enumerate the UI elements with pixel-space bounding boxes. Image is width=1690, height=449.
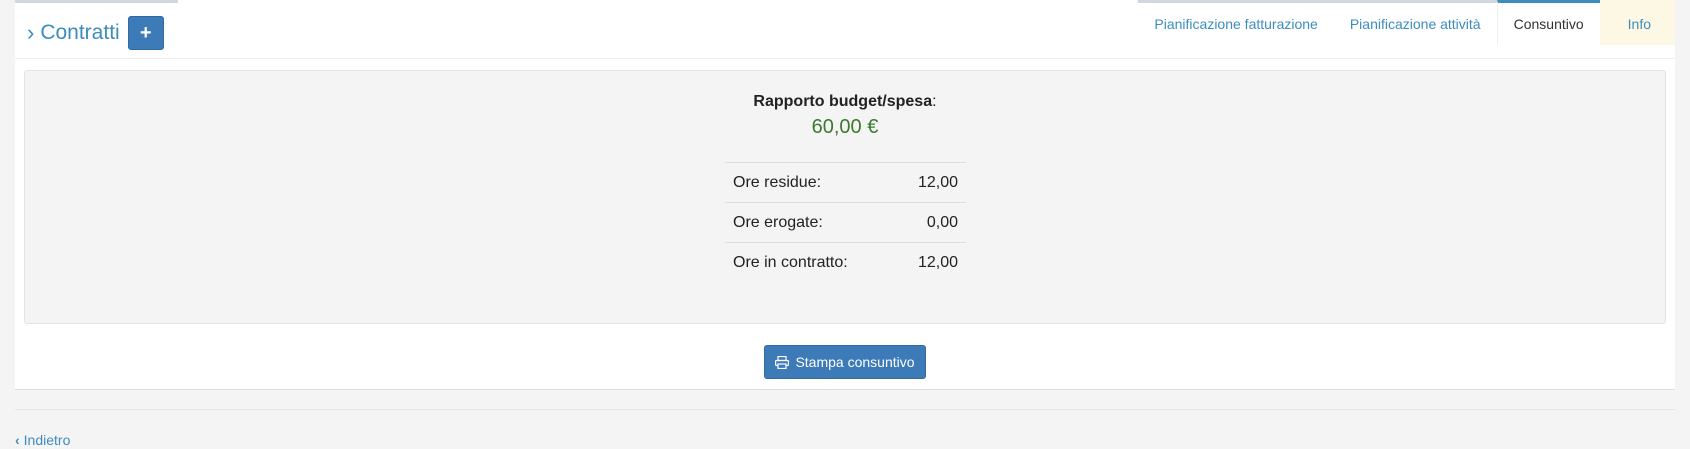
print-summary-label: Stampa consuntivo xyxy=(795,354,915,370)
back-link-label: Indietro xyxy=(23,432,71,448)
chevron-left-icon: ‹ xyxy=(15,432,20,448)
contract-card: › Contratti + Pianificazione fatturazion… xyxy=(15,0,1675,390)
card-header: › Contratti + Pianificazione fatturazion… xyxy=(15,0,1675,59)
print-summary-button[interactable]: Stampa consuntivo xyxy=(764,345,926,379)
row-label: Ore residue: xyxy=(725,162,894,203)
hours-table: Ore residue: 12,00 Ore erogate: 0,00 Ore… xyxy=(725,162,966,283)
tab-consuntivo[interactable]: Consuntivo xyxy=(1496,0,1600,45)
add-contract-button[interactable]: + xyxy=(127,16,164,50)
back-link[interactable]: ‹ Indietro xyxy=(15,432,70,448)
tab-info[interactable]: Info xyxy=(1599,0,1675,45)
ratio-label: Rapporto budget/spesa: xyxy=(753,93,937,110)
table-row: Ore residue: 12,00 xyxy=(725,162,966,203)
row-value: 12,00 xyxy=(893,242,966,283)
chevron-right-icon: › xyxy=(27,20,35,45)
tab-pianificazione-fatturazione[interactable]: Pianificazione fatturazione xyxy=(1138,0,1334,45)
row-value: 0,00 xyxy=(893,202,966,243)
page-title-group: › Contratti + xyxy=(27,16,164,50)
ratio-value: 60,00 € xyxy=(811,116,879,138)
printer-icon xyxy=(775,355,790,369)
page-title: Contratti xyxy=(40,21,120,44)
ratio-label-text: Rapporto budget/spesa xyxy=(753,93,933,110)
row-value: 12,00 xyxy=(893,162,966,203)
row-label: Ore in contratto: xyxy=(725,242,894,283)
table-row: Ore in contratto: 12,00 xyxy=(725,242,966,283)
tab-bar: Pianificazione fatturazione Pianificazio… xyxy=(1138,0,1675,45)
table-row: Ore erogate: 0,00 xyxy=(725,202,966,243)
footer-divider xyxy=(15,409,1675,410)
summary-panel: Rapporto budget/spesa: 60,00 € Ore resid… xyxy=(24,70,1666,324)
row-label: Ore erogate: xyxy=(725,202,894,243)
tab-pianificazione-attivita[interactable]: Pianificazione attività xyxy=(1333,0,1497,45)
